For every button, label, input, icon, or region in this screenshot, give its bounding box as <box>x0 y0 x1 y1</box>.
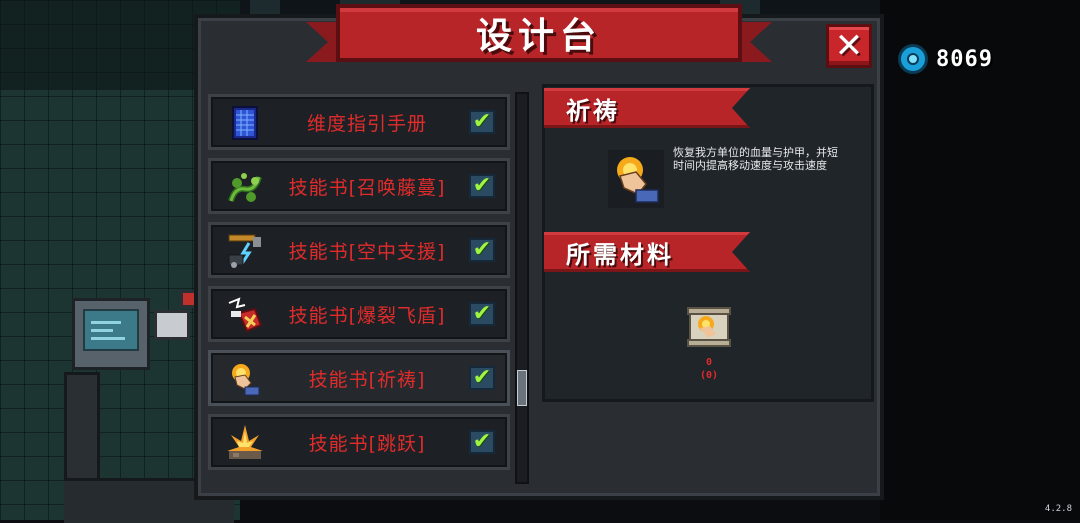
material-count: 0 (0) <box>690 356 728 382</box>
materials-heading: 所需材料 <box>544 232 750 272</box>
recipe-checkbox[interactable]: ✔ <box>469 238 495 262</box>
close-button[interactable]: ✕ <box>826 24 872 68</box>
recipe-item-jump[interactable]: 技能书[跳跃] ✔ <box>208 414 510 470</box>
panel-title: 设计台 <box>475 16 602 57</box>
recipe-checkbox[interactable]: ✔ <box>469 366 495 390</box>
version-label: 4.2.8 <box>1044 504 1072 514</box>
prayer-scroll-icon <box>687 307 731 347</box>
computer-terminal <box>72 298 150 370</box>
checkmark-icon: ✔ <box>472 429 492 454</box>
checkmark-icon: ✔ <box>472 109 492 134</box>
gem-icon <box>898 44 928 74</box>
right-wall <box>880 0 1080 520</box>
recipe-checkbox[interactable]: ✔ <box>469 110 495 134</box>
close-icon: ✕ <box>834 26 864 66</box>
material-need: 0 <box>705 357 713 368</box>
recipe-checkbox[interactable]: ✔ <box>469 302 495 326</box>
recipe-label: 技能书[祈祷] <box>308 368 426 391</box>
checkmark-icon: ✔ <box>472 365 492 390</box>
item-description: 恢复我方单位的血量与护甲，并短时间内提高移动速度与攻击速度 <box>673 146 838 172</box>
selected-item-name: 祈祷 <box>544 88 750 128</box>
prayer-hand-icon <box>232 364 260 396</box>
dimension-manual-icon <box>232 106 258 140</box>
burst-shield-icon <box>228 297 263 333</box>
recipe-label: 维度指引手册 <box>306 112 427 135</box>
recipe-list: 维度指引手册 ✔ 技能书[召唤藤蔓] ✔ 技能书[空中支援] ✔ 技能书[爆裂飞… <box>206 92 512 488</box>
air-support-icon <box>228 234 261 268</box>
recipe-checkbox[interactable]: ✔ <box>469 430 495 454</box>
recipe-label: 技能书[跳跃] <box>308 432 426 455</box>
recipe-item-prayer[interactable]: 技能书[祈祷] ✔ <box>208 350 510 406</box>
currency-display: 8069 <box>898 44 993 74</box>
checkmark-icon: ✔ <box>472 301 492 326</box>
recipe-checkbox[interactable]: ✔ <box>469 174 495 198</box>
prayer-hand-icon <box>608 150 664 208</box>
jump-burst-icon <box>227 425 263 459</box>
recipe-item-burst-shield[interactable]: 技能书[爆裂飞盾] ✔ <box>208 286 510 342</box>
gem-count: 8069 <box>936 46 993 72</box>
title-banner: 设计台 <box>306 4 742 64</box>
checkmark-icon: ✔ <box>472 173 492 198</box>
recipe-item-dimension-manual[interactable]: 维度指引手册 ✔ <box>208 94 510 150</box>
checkmark-icon: ✔ <box>472 237 492 262</box>
recipe-item-air-support[interactable]: 技能书[空中支援] ✔ <box>208 222 510 278</box>
scroll-thumb[interactable] <box>517 370 527 406</box>
recipe-label: 技能书[空中支援] <box>288 240 446 263</box>
recipe-label: 技能书[召唤藤蔓] <box>288 176 446 199</box>
material-have: (0) <box>699 370 719 381</box>
recipe-item-vine-summon[interactable]: 技能书[召唤藤蔓] ✔ <box>208 158 510 214</box>
list-scrollbar[interactable] <box>515 92 529 484</box>
vine-summon-icon <box>228 173 262 202</box>
recipe-label: 技能书[爆裂飞盾] <box>288 304 446 327</box>
player-character <box>152 290 198 346</box>
